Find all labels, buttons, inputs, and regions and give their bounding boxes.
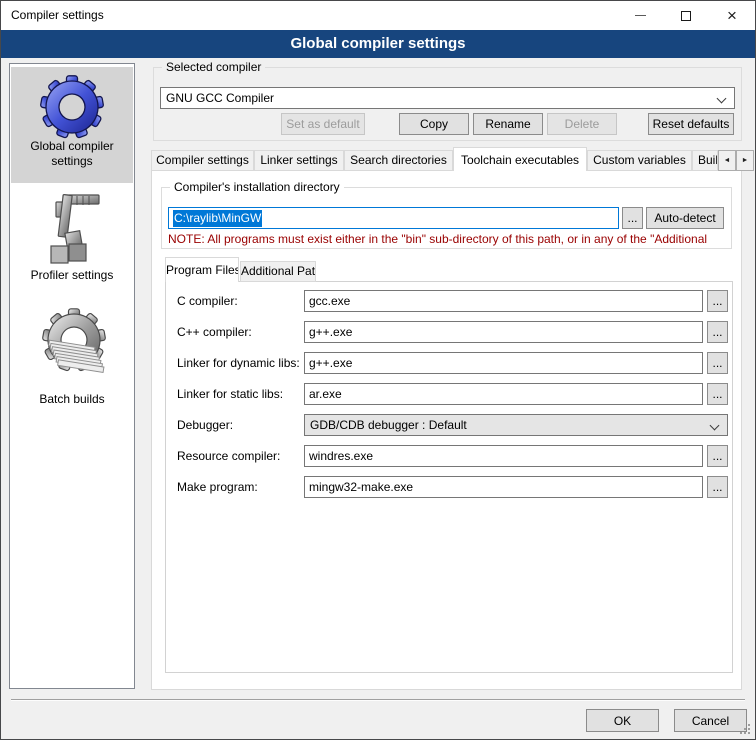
arrow-left-icon: ◄ <box>724 157 731 164</box>
selected-compiler-value: GNU GCC Compiler <box>166 91 274 105</box>
sidebar-item-label: Profiler settings <box>11 268 133 283</box>
selected-compiler-group-label: Selected compiler <box>162 60 265 74</box>
resource-compiler-label: Resource compiler: <box>177 449 280 463</box>
compiler-settings-dialog: Compiler settings × Global compiler sett… <box>0 0 756 740</box>
sidebar-item-label: Global compiler settings <box>11 139 133 169</box>
tab-linker-settings[interactable]: Linker settings <box>254 150 344 171</box>
cpp-compiler-label: C++ compiler: <box>177 325 252 339</box>
close-button[interactable]: × <box>709 1 755 30</box>
c-compiler-label: C compiler: <box>177 294 238 308</box>
footer-separator <box>11 699 745 701</box>
dynamic-linker-value: g++.exe <box>309 356 352 370</box>
c-compiler-input[interactable]: gcc.exe <box>304 290 703 312</box>
dynamic-linker-input[interactable]: g++.exe <box>304 352 703 374</box>
c-compiler-value: gcc.exe <box>309 294 350 308</box>
close-icon: × <box>727 7 737 24</box>
caliper-icon <box>40 192 104 268</box>
minimize-button[interactable] <box>617 1 663 30</box>
subtab-additional-paths[interactable]: Additional Paths <box>240 261 316 282</box>
blue-gear-icon <box>40 75 104 139</box>
installation-directory-input[interactable]: C:\raylib\MinGW <box>168 207 619 229</box>
titlebar: Compiler settings × <box>1 1 755 30</box>
tab-search-directories[interactable]: Search directories <box>344 150 453 171</box>
tab-scroll-right-button[interactable]: ► <box>736 150 754 171</box>
static-linker-label: Linker for static libs: <box>177 387 283 401</box>
page-title: Global compiler settings <box>1 30 755 58</box>
cpp-compiler-browse-button[interactable]: ... <box>707 321 728 343</box>
arrow-right-icon: ► <box>742 157 749 164</box>
selected-compiler-dropdown[interactable]: GNU GCC Compiler <box>160 87 735 109</box>
rename-button[interactable]: Rename <box>473 113 543 135</box>
debugger-dropdown[interactable]: GDB/CDB debugger : Default <box>304 414 728 436</box>
maximize-button[interactable] <box>663 1 709 30</box>
maximize-icon <box>681 11 691 21</box>
dynamic-linker-browse-button[interactable]: ... <box>707 352 728 374</box>
sidebar-item-global-compiler-settings[interactable]: Global compiler settings <box>11 67 133 183</box>
set-as-default-button[interactable]: Set as default <box>281 113 365 135</box>
sidebar-item-batch-builds[interactable]: Batch builds <box>11 295 133 415</box>
resource-compiler-browse-button[interactable]: ... <box>707 445 728 467</box>
static-linker-browse-button[interactable]: ... <box>707 383 728 405</box>
make-program-browse-button[interactable]: ... <box>707 476 728 498</box>
tab-scroll-left-button[interactable]: ◄ <box>718 150 736 171</box>
resource-compiler-input[interactable]: windres.exe <box>304 445 703 467</box>
cancel-button[interactable]: Cancel <box>674 709 747 732</box>
c-compiler-browse-button[interactable]: ... <box>707 290 728 312</box>
auto-detect-button[interactable]: Auto-detect <box>646 207 724 229</box>
debugger-label: Debugger: <box>177 418 233 432</box>
static-linker-value: ar.exe <box>309 387 342 401</box>
ok-button[interactable]: OK <box>586 709 659 732</box>
sidebar-item-label: Batch builds <box>11 392 133 407</box>
chevron-down-icon <box>717 94 727 104</box>
tab-custom-variables[interactable]: Custom variables <box>587 150 692 171</box>
gray-gear-stack-icon <box>36 306 108 392</box>
sidebar-item-profiler-settings[interactable]: Profiler settings <box>11 183 133 295</box>
dynamic-linker-label: Linker for dynamic libs: <box>177 356 300 370</box>
tab-build-options-clipped[interactable]: Build options <box>692 150 718 171</box>
make-program-label: Make program: <box>177 480 258 494</box>
make-program-input[interactable]: mingw32-make.exe <box>304 476 703 498</box>
static-linker-input[interactable]: ar.exe <box>304 383 703 405</box>
bin-subdirectory-note: NOTE: All programs must exist either in … <box>168 232 729 247</box>
window-title: Compiler settings <box>11 8 104 22</box>
cpp-compiler-input[interactable]: g++.exe <box>304 321 703 343</box>
delete-button[interactable]: Delete <box>547 113 617 135</box>
tab-toolchain-executables[interactable]: Toolchain executables <box>453 147 587 171</box>
resource-compiler-value: windres.exe <box>309 449 373 463</box>
browse-directory-button[interactable]: ... <box>622 207 643 229</box>
subtab-program-files[interactable]: Program Files <box>165 257 239 282</box>
installation-directory-value: C:\raylib\MinGW <box>173 210 262 227</box>
resize-grip[interactable] <box>748 732 750 734</box>
make-program-value: mingw32-make.exe <box>309 480 413 494</box>
cpp-compiler-value: g++.exe <box>309 325 352 339</box>
minimize-icon <box>635 15 646 16</box>
installation-directory-group-label: Compiler's installation directory <box>170 180 344 194</box>
debugger-value: GDB/CDB debugger : Default <box>310 418 467 432</box>
settings-category-list: Global compiler settings <box>9 63 135 689</box>
copy-button[interactable]: Copy <box>399 113 469 135</box>
tab-compiler-settings[interactable]: Compiler settings <box>151 150 254 171</box>
chevron-down-icon <box>710 421 720 431</box>
reset-defaults-button[interactable]: Reset defaults <box>648 113 734 135</box>
